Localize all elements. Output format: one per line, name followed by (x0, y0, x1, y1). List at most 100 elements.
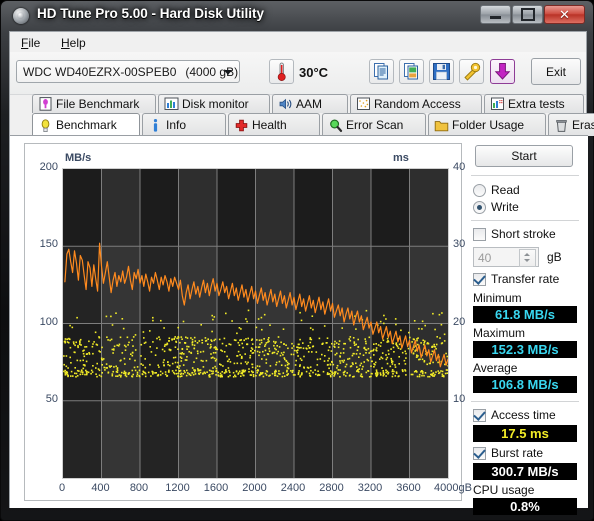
checkbox-burst-rate-label: Burst rate (491, 446, 544, 460)
folder-icon (434, 118, 449, 132)
lightbulb-icon (38, 118, 53, 132)
drive-model: WDC WD40EZRX-00SPEB0 (23, 64, 177, 79)
minimize-button[interactable] (480, 5, 511, 24)
speaker-icon (278, 97, 293, 111)
file-benchmark-icon (38, 97, 53, 111)
benchmark-chart: MB/s ms 50 100 150 200 10 20 30 40 0 400 800 1200… (24, 143, 472, 501)
extra-tests-icon (490, 97, 505, 111)
tab-random-access-label: Random Access (374, 97, 461, 111)
tab-folder-usage[interactable]: Folder Usage (428, 113, 546, 136)
stepper-up-icon (524, 253, 530, 256)
tab-file-benchmark[interactable]: File Benchmark (32, 94, 156, 113)
y-tick-100: 100 (39, 315, 58, 328)
y-axis-label: MB/s (65, 152, 92, 164)
tab-extra-tests-label: Extra tests (508, 97, 565, 111)
download-icon[interactable] (490, 59, 515, 84)
app-window: HD Tune Pro 5.00 - Hard Disk Utility ✕ F… (0, 0, 594, 521)
chevron-down-icon (224, 70, 232, 75)
radio-read-label: Read (491, 183, 520, 197)
tab-aam[interactable]: AAM (272, 94, 348, 113)
maximum-label: Maximum (473, 326, 526, 340)
toolbar: WDC WD40EZRX-00SPEB0 (4000 gB) 30°C Exit (10, 52, 586, 95)
tab-aam-label: AAM (296, 97, 323, 111)
checkbox-burst-rate-indicator (473, 446, 486, 460)
tab-row-top: File Benchmark Disk monitor AAM Random A… (10, 94, 586, 113)
checkbox-access-time-label: Access time (491, 408, 556, 422)
menu-file-rest: ile (28, 36, 41, 50)
average-label: Average (473, 361, 518, 375)
checkbox-short-stroke-indicator (473, 227, 486, 241)
tab-random-access[interactable]: Random Access (350, 94, 482, 113)
start-button[interactable]: Start (475, 145, 573, 167)
hdtune-disc-icon (13, 8, 29, 24)
cpu-usage-label: CPU usage (473, 483, 535, 497)
menu-item-file[interactable]: File (14, 35, 47, 51)
exit-button[interactable]: Exit (531, 58, 581, 85)
random-access-icon (356, 97, 371, 111)
tab-file-benchmark-label: File Benchmark (56, 97, 140, 111)
short-stroke-value: 40 (478, 251, 492, 265)
tab-folder-usage-label: Folder Usage (452, 118, 525, 132)
magnifier-icon (328, 118, 343, 132)
tab-health-label: Health (252, 118, 287, 132)
info-icon (148, 118, 163, 132)
minimum-label: Minimum (473, 291, 522, 305)
checkbox-short-stroke[interactable]: Short stroke (473, 227, 556, 241)
y2-axis-label: ms (393, 152, 409, 164)
controls-panel: Start Read Write Short stroke 40 gB Tran… (469, 143, 581, 515)
menu-item-help[interactable]: Help (54, 35, 93, 51)
tab-erase[interactable]: Erase (548, 113, 594, 136)
tab-error-scan-label: Error Scan (346, 118, 404, 132)
menu-help-rest: elp (69, 36, 86, 50)
tab-error-scan[interactable]: Error Scan (322, 113, 426, 136)
tab-extra-tests[interactable]: Extra tests (484, 94, 584, 113)
copy-image-icon[interactable] (399, 59, 424, 84)
burst-rate-value: 300.7 MB/s (473, 463, 577, 480)
copy-icon[interactable] (369, 59, 394, 84)
y-tick-200: 200 (39, 161, 58, 173)
checkbox-burst-rate[interactable]: Burst rate (473, 446, 543, 460)
temperature-value: 30°C (299, 65, 329, 80)
thermometer-icon[interactable] (269, 59, 294, 84)
disk-monitor-icon (164, 97, 179, 111)
trash-icon (554, 118, 569, 132)
client-area: File Help WDC WD40EZRX-00SPEB0 (4000 gB)… (9, 31, 594, 515)
minimum-value: 61.8 MB/s (473, 306, 577, 323)
tab-info[interactable]: Info (142, 113, 226, 136)
maximize-button[interactable] (512, 5, 543, 24)
radio-write-indicator (473, 200, 486, 214)
plot-area (62, 168, 449, 479)
tab-disk-monitor[interactable]: Disk monitor (158, 94, 270, 113)
average-value: 106.8 MB/s (473, 376, 577, 393)
tab-benchmark-label: Benchmark (56, 118, 117, 132)
short-stroke-unit: gB (547, 250, 562, 264)
start-button-label: Start (511, 149, 537, 163)
save-icon[interactable] (429, 59, 454, 84)
checkbox-access-time[interactable]: Access time (473, 408, 556, 422)
tab-row-bottom: Benchmark Info Health Error Scan Folder … (10, 113, 594, 136)
stepper-down-icon (524, 259, 530, 262)
tab-health[interactable]: Health (228, 113, 320, 136)
x-tick-3600: 3600 (396, 482, 421, 494)
window-title: HD Tune Pro 5.00 - Hard Disk Utility (37, 6, 265, 21)
radio-read-indicator (473, 183, 486, 197)
health-cross-icon (234, 118, 249, 132)
y-tick-150: 150 (39, 238, 58, 251)
radio-write[interactable]: Write (473, 200, 519, 214)
close-button[interactable]: ✕ (544, 5, 585, 24)
plot-svg (63, 169, 448, 478)
tools-icon[interactable] (459, 59, 484, 84)
tab-benchmark[interactable]: Benchmark (32, 113, 140, 136)
checkbox-access-time-indicator (473, 408, 486, 422)
checkbox-transfer-rate[interactable]: Transfer rate (473, 272, 559, 286)
short-stroke-input[interactable]: 40 (473, 247, 539, 267)
checkbox-short-stroke-label: Short stroke (491, 227, 556, 241)
radio-read[interactable]: Read (473, 183, 520, 197)
menu-bar: File Help (10, 32, 586, 52)
checkbox-transfer-rate-label: Transfer rate (491, 272, 560, 286)
drive-select[interactable]: WDC WD40EZRX-00SPEB0 (4000 gB) (16, 60, 240, 83)
exit-button-label: Exit (545, 64, 566, 79)
title-bar: HD Tune Pro 5.00 - Hard Disk Utility ✕ (1, 1, 594, 31)
short-stroke-stepper[interactable] (519, 249, 536, 267)
maximum-value: 152.3 MB/s (473, 341, 577, 358)
